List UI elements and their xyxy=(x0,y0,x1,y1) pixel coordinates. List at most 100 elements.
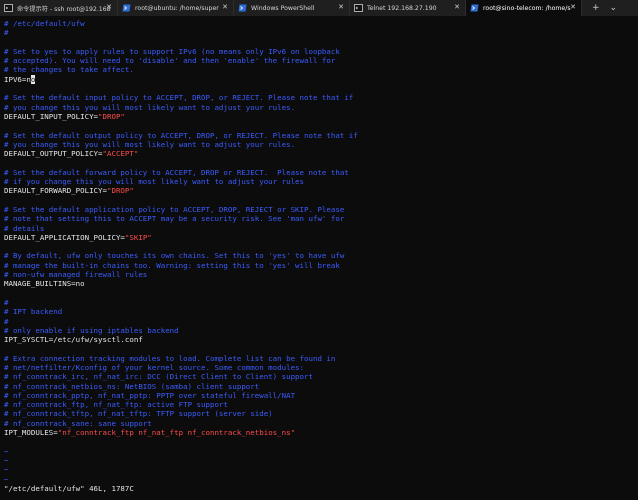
terminal-line: # the changes to take affect. xyxy=(4,65,634,74)
terminal-line: IPV6=no xyxy=(4,74,634,85)
comment-text: # Set the default output policy to ACCEP… xyxy=(4,130,358,140)
terminal-line: # /etc/default/ufw xyxy=(4,19,634,28)
powershell-icon xyxy=(122,4,131,12)
terminal-line: # nf_conntrack_irc, nf_nat_irc: DCC (Dir… xyxy=(4,372,634,381)
comment-text: # you change this you will most likely w… xyxy=(4,102,296,112)
string-value: "ACCEPT" xyxy=(102,149,139,159)
terminal-line: # nf_conntrack_pptp, nf_nat_pptp: PPTP o… xyxy=(4,391,634,400)
tab-root-ubuntu[interactable]: root@ubuntu: /home/super ✕ xyxy=(118,0,234,16)
string-value: "nf_conntrack_ftp nf_nat_ftp nf_conntrac… xyxy=(57,428,296,438)
terminal-line: # nf_conntrack_tftp, nf_nat_tftp: TFTP s… xyxy=(4,409,634,418)
comment-text: # nf_conntrack_pptp, nf_nat_pptp: PPTP o… xyxy=(4,390,296,400)
tab-telnet[interactable]: Telnet 192.168.27.190 ✕ xyxy=(350,0,466,16)
tab-label: Windows PowerShell xyxy=(251,4,315,12)
terminal-line: # only enable if using iptables backend xyxy=(4,326,634,335)
comment-text: # nf_conntrack_irc, nf_nat_irc: DCC (Dir… xyxy=(4,372,313,382)
empty-line-marker: ~ xyxy=(4,455,9,465)
terminal-line: ~ xyxy=(4,475,634,484)
terminal-line: # xyxy=(4,317,634,326)
tab-label: Telnet 192.168.27.190 xyxy=(367,4,437,12)
comment-text: # Set the default forward policy to ACCE… xyxy=(4,167,349,177)
tab-cmd-ssh[interactable]: 命令提示符 - ssh root@192.168 ✕ xyxy=(0,0,118,16)
comment-text: # nf_conntrack_ftp, nf_nat_ftp: active F… xyxy=(4,400,228,410)
comment-text: # xyxy=(4,297,9,307)
close-icon[interactable]: ✕ xyxy=(106,3,112,12)
comment-text: # if you change this you will most likel… xyxy=(4,177,305,187)
cmd-icon xyxy=(354,4,363,12)
powershell-icon xyxy=(238,4,247,12)
empty-line-marker: ~ xyxy=(4,474,9,484)
terminal-line: DEFAULT_INPUT_POLICY="DROP" xyxy=(4,112,634,121)
close-icon[interactable]: ✕ xyxy=(570,3,576,12)
powershell-icon xyxy=(470,4,479,12)
terminal-output[interactable]: # /etc/default/ufw # # Set to yes to apply… xyxy=(4,19,634,497)
close-icon[interactable]: ✕ xyxy=(338,3,344,12)
comment-text: # Set the default input policy to ACCEPT… xyxy=(4,93,354,103)
terminal-line: ~ xyxy=(4,465,634,474)
terminal-line: DEFAULT_FORWARD_POLICY="DROP" xyxy=(4,186,634,195)
string-value: "SKIP" xyxy=(124,232,152,242)
comment-text: # IPT backend xyxy=(4,307,63,317)
comment-text: # By default, ufw only touches its own c… xyxy=(4,251,345,261)
terminal-line: # note that setting this to ACCEPT may b… xyxy=(4,214,634,223)
comment-text: # non-ufw managed firewall rules xyxy=(4,270,148,280)
close-icon[interactable]: ✕ xyxy=(454,3,460,12)
tab-root-sino-telecom[interactable]: root@sino-telecom: /home/s ✕ xyxy=(466,0,582,16)
terminal-line: # Set the default application policy to … xyxy=(4,205,634,214)
terminal-line: DEFAULT_OUTPUT_POLICY="ACCEPT" xyxy=(4,149,634,158)
string-value: "DROP" xyxy=(107,186,134,196)
new-tab-button[interactable]: + xyxy=(592,3,600,13)
terminal-line: # By default, ufw only touches its own c… xyxy=(4,251,634,260)
terminal-line: # details xyxy=(4,224,634,233)
text-segment: DEFAULT_APPLICATION_POLICY= xyxy=(4,232,125,242)
terminal-line: DEFAULT_APPLICATION_POLICY="SKIP" xyxy=(4,233,634,242)
comment-text: # you change this you will most likely w… xyxy=(4,139,296,149)
comment-text: # net/netfilter/Kconfig of your kernel s… xyxy=(4,362,305,372)
comment-text: # the changes to take affect. xyxy=(4,65,134,75)
terminal-line: ~ xyxy=(4,447,634,456)
terminal-line: # you change this you will most likely w… xyxy=(4,140,634,149)
empty-line-marker: ~ xyxy=(4,446,9,456)
tab-tools: + ⌄ xyxy=(582,0,617,16)
terminal-line: MANAGE_BUILTINS=no xyxy=(4,279,634,288)
comment-text: # Set to yes to apply rules to support I… xyxy=(4,46,340,56)
tab-dropdown-button[interactable]: ⌄ xyxy=(610,3,618,13)
terminal-line: IPT_SYSCTL=/etc/ufw/sysctl.conf xyxy=(4,335,634,344)
text-segment: IPT_SYSCTL=/etc/ufw/sysctl.conf xyxy=(4,335,143,345)
string-value: "DROP" xyxy=(98,111,125,121)
comment-text: # xyxy=(4,316,9,326)
terminal-line: # Set the default input policy to ACCEPT… xyxy=(4,93,634,102)
terminal-line: # nf_conntrack_sane: sane support xyxy=(4,419,634,428)
comment-text: # manage the built-in chains too. Warnin… xyxy=(4,260,340,270)
terminal-line: ~ xyxy=(4,456,634,465)
terminal-line: # xyxy=(4,28,634,37)
empty-line-marker: ~ xyxy=(4,465,9,475)
text-segment: DEFAULT_INPUT_POLICY= xyxy=(4,111,99,121)
tab-windows-powershell[interactable]: Windows PowerShell ✕ xyxy=(234,0,350,16)
terminal-line: # you change this you will most likely w… xyxy=(4,103,634,112)
terminal-line: # Extra connection tracking modules to l… xyxy=(4,354,634,363)
comment-text: # accepted). You will need to 'disable' … xyxy=(4,56,336,66)
tab-label: root@ubuntu: /home/super xyxy=(135,4,219,12)
text-segment: DEFAULT_OUTPUT_POLICY= xyxy=(4,149,103,159)
terminal-line: # Set the default output policy to ACCEP… xyxy=(4,131,634,140)
terminal-line: # nf_conntrack_netbios_ns: NetBIOS (samb… xyxy=(4,382,634,391)
comment-text: # Set the default application policy to … xyxy=(4,204,345,214)
comment-text: # nf_conntrack_sane: sane support xyxy=(4,418,152,428)
terminal-line: # net/netfilter/Kconfig of your kernel s… xyxy=(4,363,634,372)
close-icon[interactable]: ✕ xyxy=(222,3,228,12)
terminal-line: # Set to yes to apply rules to support I… xyxy=(4,47,634,56)
comment-text: # xyxy=(4,28,9,38)
terminal-line: IPT_MODULES="nf_conntrack_ftp nf_nat_ftp… xyxy=(4,428,634,437)
terminal-line: # if you change this you will most likel… xyxy=(4,177,634,186)
terminal-line: # accepted). You will need to 'disable' … xyxy=(4,56,634,65)
